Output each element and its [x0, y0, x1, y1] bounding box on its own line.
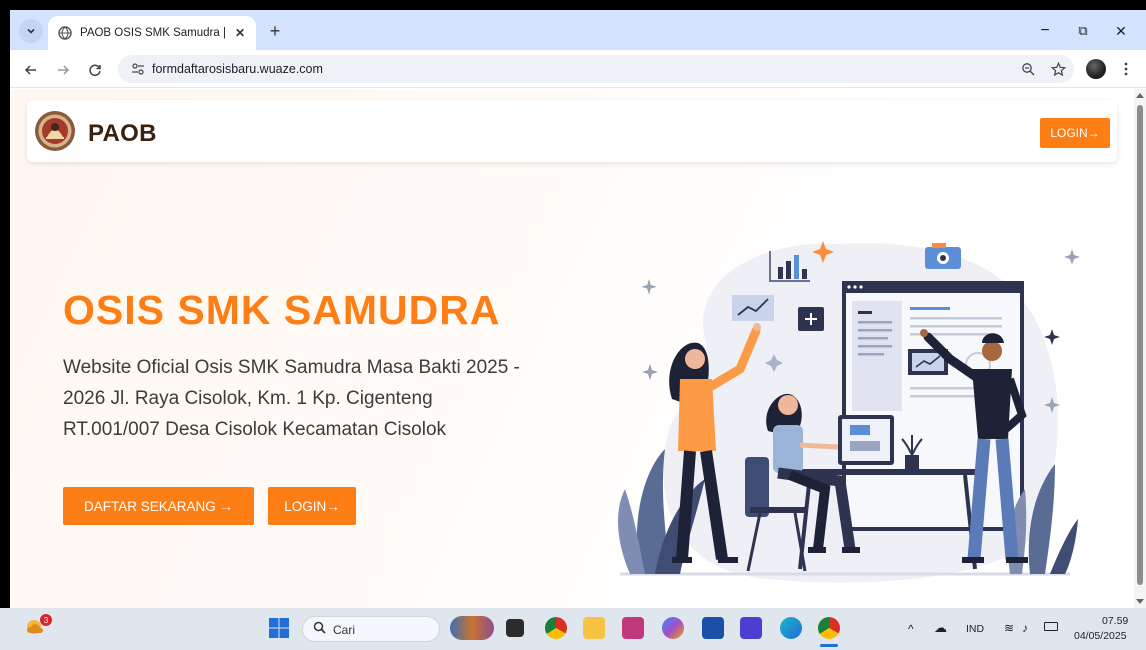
battery-icon[interactable] [1044, 622, 1058, 631]
school-logo-icon[interactable] [34, 110, 76, 152]
task-view-icon[interactable] [506, 619, 524, 637]
restore-button[interactable]: ⧉ [1070, 18, 1096, 44]
forward-button[interactable] [52, 59, 74, 81]
scroll-down-arrow-icon[interactable] [1136, 599, 1144, 604]
language-indicator[interactable]: IND [966, 623, 984, 635]
chrome-icon[interactable] [545, 617, 567, 639]
tray-overflow-icon[interactable]: ^ [908, 622, 914, 636]
browser-toolbar: formdaftarosisbaru.wuaze.com [10, 50, 1146, 88]
tab-search-button[interactable] [19, 19, 43, 43]
site-info-icon[interactable] [128, 60, 148, 78]
chevron-down-icon [27, 28, 35, 34]
notification-badge: 3 [40, 614, 52, 626]
file-explorer-icon[interactable] [583, 617, 605, 639]
tab-active[interactable]: PAOB OSIS SMK Samudra | Hom ✕ [48, 16, 256, 50]
taskbar-search[interactable]: Cari [302, 616, 440, 642]
wifi-icon[interactable]: ≋ [1004, 621, 1014, 635]
minimize-button[interactable]: − [1032, 18, 1058, 44]
windows-start-icon [269, 618, 289, 638]
arrow-right-icon [58, 65, 70, 75]
address-bar[interactable]: formdaftarosisbaru.wuaze.com [118, 55, 1074, 83]
cloud-sync-icon[interactable]: ☁ [934, 620, 947, 636]
browser-window: PAOB OSIS SMK Samudra | Hom ✕ + − ⧉ ✕ fo… [10, 10, 1146, 608]
zoom-icon[interactable] [1018, 60, 1038, 78]
url-text: formdaftarosisbaru.wuaze.com [152, 62, 323, 76]
bookmark-star-icon[interactable] [1048, 60, 1068, 78]
clock-time[interactable]: 07.59 [1102, 615, 1128, 627]
tab-close-icon[interactable]: ✕ [232, 25, 248, 41]
widgets-icon[interactable] [450, 616, 494, 640]
scroll-thumb[interactable] [1137, 105, 1143, 585]
site-navbar: PAOB LOGIN→ [27, 100, 1117, 162]
app-icon-pink[interactable] [622, 617, 644, 639]
active-app-indicator [820, 644, 838, 647]
search-icon [313, 621, 326, 637]
back-button[interactable] [20, 59, 42, 81]
store-icon[interactable] [702, 617, 724, 639]
globe-icon [58, 26, 72, 40]
close-window-button[interactable]: ✕ [1108, 18, 1134, 44]
app-icon-purple[interactable] [740, 617, 762, 639]
search-placeholder: Cari [333, 623, 356, 637]
profile-avatar[interactable] [1086, 59, 1106, 79]
arrow-left-icon [24, 65, 36, 75]
scroll-up-arrow-icon[interactable] [1136, 93, 1144, 98]
clock-date[interactable]: 04/05/2025 [1074, 630, 1127, 642]
brand-name[interactable]: PAOB [88, 120, 157, 148]
page-scrollbar[interactable] [1134, 89, 1146, 608]
hero-description: Website Oficial Osis SMK Samudra Masa Ba… [63, 357, 520, 440]
reload-icon [89, 64, 101, 77]
chrome-active-icon[interactable] [818, 617, 840, 639]
edge-icon[interactable] [780, 617, 802, 639]
web-page: PAOB LOGIN→ OSIS SMK SAMUDRA Website Ofi… [10, 89, 1134, 608]
navbar-login-button[interactable]: LOGIN→ [1040, 118, 1110, 148]
daftar-sekarang-button[interactable]: DAFTAR SEKARANG → [63, 487, 254, 525]
start-button[interactable] [268, 617, 290, 639]
hero-title: OSIS SMK SAMUDRA [63, 287, 501, 333]
screen: PAOB OSIS SMK Samudra | Hom ✕ + − ⧉ ✕ fo… [0, 0, 1146, 650]
copilot-icon[interactable] [662, 617, 684, 639]
volume-icon[interactable]: ♪ [1022, 621, 1028, 635]
new-tab-button[interactable]: + [264, 20, 286, 42]
team-dashboard-illustration [618, 241, 1080, 583]
tab-title: PAOB OSIS SMK Samudra | Hom [80, 27, 230, 39]
browser-menu-icon[interactable] [1118, 59, 1134, 79]
reload-button[interactable] [84, 59, 106, 81]
windows-taskbar: 3 Cari ^ ☁ IND ≋ ♪ 07.59 04/05/2025 [0, 608, 1146, 650]
tab-strip: PAOB OSIS SMK Samudra | Hom ✕ + − ⧉ ✕ [10, 10, 1146, 50]
hero-login-button[interactable]: LOGIN→ [268, 487, 356, 525]
